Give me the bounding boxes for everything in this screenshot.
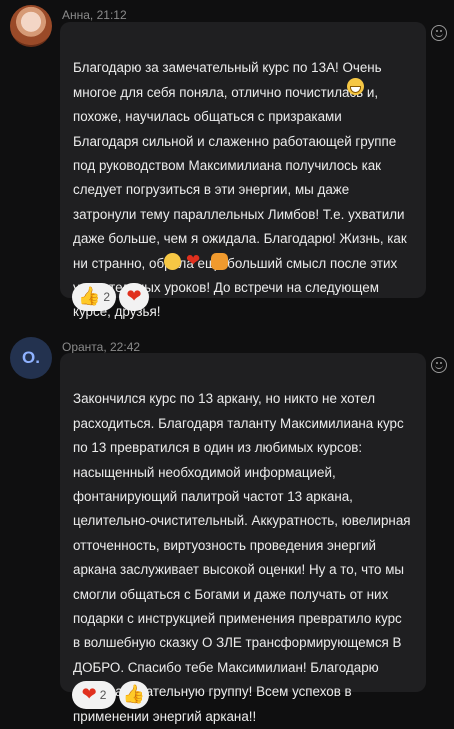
avatar[interactable]: О. xyxy=(10,337,52,379)
reaction-thumbs-up[interactable]: 👍 2 xyxy=(72,283,116,311)
reaction-heart[interactable]: ❤ 2 xyxy=(72,681,116,709)
message-text-body: Закончился курс по 13 аркану, но никто н… xyxy=(73,391,411,724)
tiger-face-icon xyxy=(211,253,228,270)
message-text: Благодарю за замечательный курс по 13А! … xyxy=(73,32,421,325)
reaction-count: 2 xyxy=(103,290,111,304)
heart-icon: ❤ xyxy=(186,251,201,270)
add-reaction-icon[interactable] xyxy=(431,357,447,373)
avatar[interactable] xyxy=(10,5,52,47)
message-text-body: Благодарю за замечательный курс по 13А! … xyxy=(73,60,407,320)
grinning-face-icon xyxy=(347,78,364,95)
message-meta: Оранта, 22:42 xyxy=(62,340,141,354)
reaction-thumbs-up[interactable]: 👍 xyxy=(119,681,149,709)
heart-icon: ❤ xyxy=(81,684,97,705)
message-2: О. Оранта, 22:42 Закончился курс по 13 а… xyxy=(0,330,454,724)
thumbs-up-icon: 👍 xyxy=(122,684,146,705)
avatar-initials: О. xyxy=(22,348,40,367)
thinking-face-icon xyxy=(164,253,181,270)
heart-icon: ❤ xyxy=(126,286,142,307)
message-text: Закончился курс по 13 аркану, но никто н… xyxy=(73,363,423,729)
message-meta: Анна, 21:12 xyxy=(62,8,127,22)
add-reaction-icon[interactable] xyxy=(431,25,447,41)
thumbs-up-icon: 👍 xyxy=(77,286,101,307)
reaction-heart[interactable]: ❤ xyxy=(119,283,149,311)
reaction-count: 2 xyxy=(99,688,107,702)
message-1: Анна, 21:12 Благодарю за замечательный к… xyxy=(0,0,454,319)
